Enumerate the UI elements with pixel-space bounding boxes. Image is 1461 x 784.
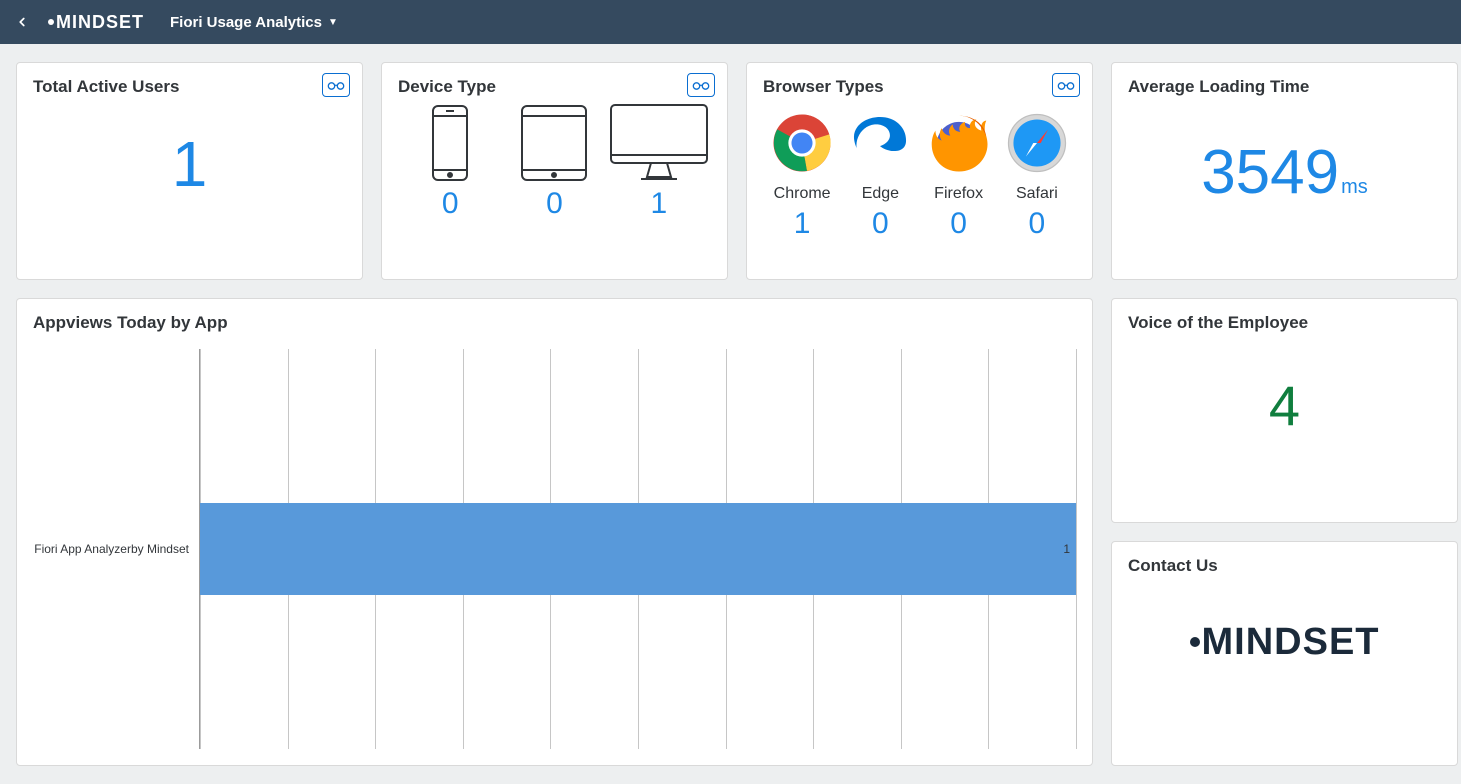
insight-button[interactable] bbox=[1052, 73, 1080, 97]
avg-load-value: 3549 bbox=[1201, 138, 1339, 207]
chart-bar: 1 bbox=[200, 503, 1076, 595]
chart-bar-value: 1 bbox=[1063, 542, 1070, 556]
device-value: 1 bbox=[607, 187, 711, 221]
card-contact-us[interactable]: Contact Us MINDSET bbox=[1111, 541, 1458, 766]
card-avg-load-time[interactable]: Average Loading Time 3549ms bbox=[1111, 62, 1458, 280]
browser-value: 0 bbox=[920, 207, 998, 241]
page-title-selector[interactable]: Fiori Usage Analytics ▼ bbox=[170, 14, 338, 31]
card-voice-of-employee[interactable]: Voice of the Employee 4 bbox=[1111, 298, 1458, 523]
device-value: 0 bbox=[502, 187, 606, 221]
dashboard-grid: Total Active Users 1 Device Type 0 0 bbox=[0, 44, 1461, 784]
card-browser-types[interactable]: Browser Types Chrome 1 bbox=[746, 62, 1093, 280]
device-desktop: 1 bbox=[607, 103, 711, 221]
glasses-icon bbox=[1057, 79, 1075, 91]
browser-edge: Edge 0 bbox=[841, 103, 919, 241]
insight-button[interactable] bbox=[687, 73, 715, 97]
card-title: Contact Us bbox=[1128, 556, 1441, 576]
firefox-icon bbox=[928, 112, 990, 174]
device-value: 0 bbox=[398, 187, 502, 221]
chart-y-labels: Fiori App Analyzerby Mindset bbox=[33, 349, 199, 749]
browser-chrome: Chrome 1 bbox=[763, 103, 841, 241]
card-title: Appviews Today by App bbox=[33, 313, 1076, 333]
chevron-down-icon: ▼ bbox=[328, 17, 338, 28]
browser-safari: Safari 0 bbox=[998, 103, 1076, 241]
card-device-type[interactable]: Device Type 0 0 1 bbox=[381, 62, 728, 280]
browser-value: 1 bbox=[763, 207, 841, 241]
device-tablet: 0 bbox=[502, 103, 606, 221]
right-column: Voice of the Employee 4 Contact Us MINDS… bbox=[1111, 298, 1458, 766]
edge-icon bbox=[849, 112, 911, 174]
avg-load-unit: ms bbox=[1341, 176, 1368, 198]
chevron-left-icon bbox=[15, 15, 29, 29]
browser-label: Safari bbox=[998, 185, 1076, 203]
chart-plot: 1 bbox=[199, 349, 1076, 749]
phone-icon bbox=[429, 104, 471, 182]
browser-value: 0 bbox=[841, 207, 919, 241]
active-users-value: 1 bbox=[33, 127, 346, 201]
safari-icon bbox=[1006, 112, 1068, 174]
mindset-logo-text: MINDSET bbox=[1202, 621, 1380, 664]
card-appviews-chart[interactable]: Appviews Today by App Fiori App Analyzer… bbox=[16, 298, 1093, 766]
device-phone: 0 bbox=[398, 103, 502, 221]
card-title: Voice of the Employee bbox=[1128, 313, 1441, 333]
glasses-icon bbox=[692, 79, 710, 91]
chart-gridline bbox=[1076, 349, 1077, 749]
card-title: Total Active Users bbox=[33, 77, 346, 97]
browser-label: Edge bbox=[841, 185, 919, 203]
chart-area: Fiori App Analyzerby Mindset 1 bbox=[33, 349, 1076, 749]
glasses-icon bbox=[327, 79, 345, 91]
insight-button[interactable] bbox=[322, 73, 350, 97]
desktop-icon bbox=[607, 103, 711, 183]
card-title: Average Loading Time bbox=[1128, 77, 1441, 97]
browser-firefox: Firefox 0 bbox=[920, 103, 998, 241]
chrome-icon bbox=[771, 112, 833, 174]
brand-logo-text: MINDSET bbox=[56, 12, 144, 33]
card-title: Browser Types bbox=[763, 77, 1076, 97]
chart-category-label: Fiori App Analyzerby Mindset bbox=[34, 542, 189, 556]
card-title: Device Type bbox=[398, 77, 711, 97]
brand-logo: MINDSET bbox=[48, 12, 144, 33]
voe-value: 4 bbox=[1128, 373, 1441, 438]
shell-header: MINDSET Fiori Usage Analytics ▼ bbox=[0, 0, 1461, 44]
tablet-icon bbox=[518, 104, 590, 182]
mindset-logo: MINDSET bbox=[1128, 582, 1441, 702]
back-button[interactable] bbox=[10, 10, 34, 34]
browser-value: 0 bbox=[998, 207, 1076, 241]
browser-label: Chrome bbox=[763, 185, 841, 203]
card-total-active-users[interactable]: Total Active Users 1 bbox=[16, 62, 363, 280]
browser-label: Firefox bbox=[920, 185, 998, 203]
page-title: Fiori Usage Analytics bbox=[170, 14, 322, 31]
